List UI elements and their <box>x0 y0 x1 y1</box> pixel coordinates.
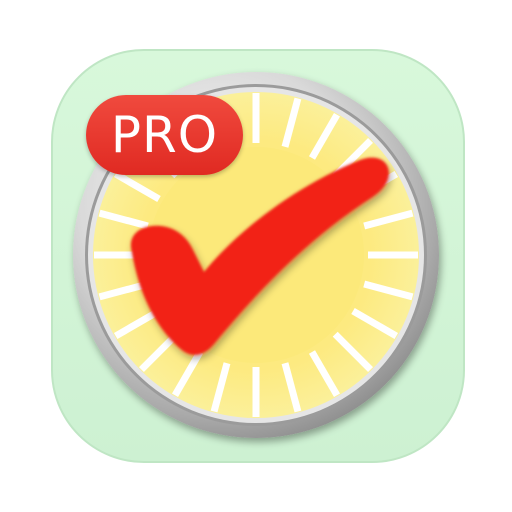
checkmark-dial-icon <box>51 49 465 463</box>
pro-badge: PRO <box>86 95 243 175</box>
app-icon: PRO <box>0 0 512 512</box>
